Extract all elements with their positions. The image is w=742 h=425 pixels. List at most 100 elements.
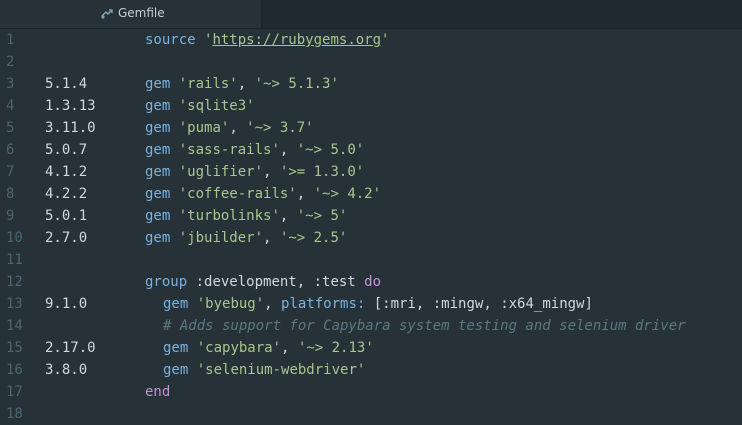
- line-number: 1: [6, 32, 15, 48]
- code-editor[interactable]: 1 source 'https://rubygems.org' 2 3 5.1.4 gem…: [0, 29, 742, 425]
- line-number: 15: [6, 340, 23, 356]
- line-number: 18: [6, 406, 23, 422]
- gem-version-annotation: 9.1.0: [45, 296, 88, 312]
- line-number: 8: [6, 186, 15, 202]
- gem-version-annotation: 5.0.7: [45, 142, 88, 158]
- line-number: 11: [6, 252, 23, 268]
- gem-keyword: gem: [163, 340, 189, 356]
- gem-requirement: '~> 5.1.3': [254, 76, 339, 92]
- gem-version-annotation: 3.8.0: [45, 362, 88, 378]
- gem-version-annotation: 2.7.0: [45, 230, 88, 246]
- gem-name: 'coffee-rails': [178, 186, 297, 202]
- line-number: 10: [6, 230, 23, 246]
- code-line[interactable]: 15 2.17.0 gem 'capybara', '~> 2.13': [0, 337, 742, 359]
- gem-requirement: '~> 2.13': [297, 340, 374, 356]
- code-line[interactable]: 10 2.7.0 gem 'jbuilder', '~> 2.5': [0, 227, 742, 249]
- line-number: 17: [6, 384, 23, 400]
- code-line[interactable]: 5 3.11.0 gem 'puma', '~> 3.7': [0, 117, 742, 139]
- code-text: gem 'byebug', platforms: [:mri, :mingw, …: [163, 296, 593, 312]
- code-text: gem 'turbolinks', '~> 5': [145, 208, 348, 224]
- platforms-value: [:mri, :mingw, :x64_mingw]: [365, 296, 593, 312]
- code-line[interactable]: 16 3.8.0 gem 'selenium-webdriver': [0, 359, 742, 381]
- group-symbols: :development, :test: [187, 274, 365, 290]
- code-text: gem 'uglifier', '>= 1.3.0': [145, 164, 365, 180]
- gem-keyword: gem: [163, 296, 189, 312]
- platforms-key: platforms:: [281, 296, 366, 312]
- gem-name: 'selenium-webdriver': [196, 362, 366, 378]
- string-quote: ': [381, 32, 390, 48]
- code-line[interactable]: 6 5.0.7 gem 'sass-rails', '~> 5.0': [0, 139, 742, 161]
- gem-requirement: '~> 5': [296, 208, 348, 224]
- tab-bar: Gemfile: [0, 0, 742, 29]
- gem-keyword: gem: [145, 76, 171, 92]
- tab-title: Gemfile: [118, 6, 165, 20]
- code-line[interactable]: 17 end: [0, 381, 742, 403]
- gem-name: 'capybara': [196, 340, 282, 356]
- gem-version-annotation: 1.3.13: [45, 98, 96, 114]
- gem-name: 'sass-rails': [178, 142, 280, 158]
- code-line[interactable]: 9 5.0.1 gem 'turbolinks', '~> 5': [0, 205, 742, 227]
- gem-keyword: gem: [145, 186, 171, 202]
- code-text: end: [145, 381, 170, 403]
- gem-name: 'turbolinks': [178, 208, 280, 224]
- gem-version-annotation: 5.1.4: [45, 76, 88, 92]
- gem-keyword: gem: [145, 230, 171, 246]
- gem-keyword: gem: [145, 120, 171, 136]
- code-comment: # Adds support for Capybara system testi…: [163, 318, 686, 334]
- line-number: 12: [6, 274, 23, 290]
- gem-name: 'puma': [178, 120, 230, 136]
- gem-keyword: gem: [145, 208, 171, 224]
- gem-requirement: '~> 5.0': [296, 142, 365, 158]
- code-text: gem 'coffee-rails', '~> 4.2': [145, 186, 382, 202]
- tab-gemfile[interactable]: Gemfile: [0, 0, 262, 28]
- code-text: gem 'sass-rails', '~> 5.0': [145, 142, 365, 158]
- gem-keyword: gem: [145, 98, 171, 114]
- gem-version-annotation: 5.0.1: [45, 208, 88, 224]
- code-text: gem 'capybara', '~> 2.13': [163, 340, 374, 356]
- end-keyword: end: [145, 384, 171, 400]
- code-text: gem 'selenium-webdriver': [163, 359, 365, 381]
- code-text: gem 'jbuilder', '~> 2.5': [145, 230, 348, 246]
- code-line[interactable]: 3 5.1.4 gem 'rails', '~> 5.1.3': [0, 73, 742, 95]
- code-line[interactable]: 18: [0, 403, 742, 425]
- gem-keyword: gem: [163, 362, 189, 378]
- source-keyword: source: [145, 32, 196, 48]
- gem-version-annotation: 2.17.0: [45, 340, 96, 356]
- gem-name: 'rails': [178, 76, 238, 92]
- line-number: 5: [6, 120, 15, 136]
- gem-name: 'jbuilder': [178, 230, 264, 246]
- gem-keyword: gem: [145, 142, 171, 158]
- gem-requirement: '~> 3.7': [246, 120, 314, 136]
- gem-name: 'uglifier': [178, 164, 264, 180]
- code-text: group :development, :test do: [145, 271, 381, 293]
- line-number: 6: [6, 142, 15, 158]
- code-line[interactable]: 2: [0, 51, 742, 73]
- line-number: 2: [6, 54, 15, 70]
- line-number: 4: [6, 98, 15, 114]
- line-number: 13: [6, 296, 23, 312]
- code-text: # Adds support for Capybara system testi…: [163, 315, 686, 337]
- gem-version-annotation: 3.11.0: [45, 120, 96, 136]
- code-line[interactable]: 7 4.1.2 gem 'uglifier', '>= 1.3.0': [0, 161, 742, 183]
- code-line[interactable]: 1 source 'https://rubygems.org': [0, 29, 742, 51]
- gem-version-annotation: 4.1.2: [45, 164, 88, 180]
- code-text: gem 'sqlite3': [145, 95, 255, 117]
- gem-keyword: gem: [145, 164, 171, 180]
- code-text: gem 'puma', '~> 3.7': [145, 120, 314, 136]
- code-line[interactable]: 12 group :development, :test do: [0, 271, 742, 293]
- code-line[interactable]: 8 4.2.2 gem 'coffee-rails', '~> 4.2': [0, 183, 742, 205]
- gem-name: 'sqlite3': [178, 98, 255, 114]
- gem-name: 'byebug': [196, 296, 265, 312]
- gem-requirement: '>= 1.3.0': [279, 164, 365, 180]
- source-url-link: https://rubygems.org: [212, 32, 382, 48]
- code-line[interactable]: 14 # Adds support for Capybara system tes…: [0, 315, 742, 337]
- line-number: 3: [6, 76, 15, 92]
- gem-requirement: '~> 4.2': [313, 186, 382, 202]
- code-text: source 'https://rubygems.org': [145, 29, 389, 51]
- code-text: gem 'rails', '~> 5.1.3': [145, 76, 339, 92]
- code-line[interactable]: 13 9.1.0 gem 'byebug', platforms: [:mri, :…: [0, 293, 742, 315]
- code-line[interactable]: 11: [0, 249, 742, 271]
- code-line[interactable]: 4 1.3.13 gem 'sqlite3': [0, 95, 742, 117]
- group-keyword: group: [145, 274, 188, 290]
- line-number: 14: [6, 318, 23, 334]
